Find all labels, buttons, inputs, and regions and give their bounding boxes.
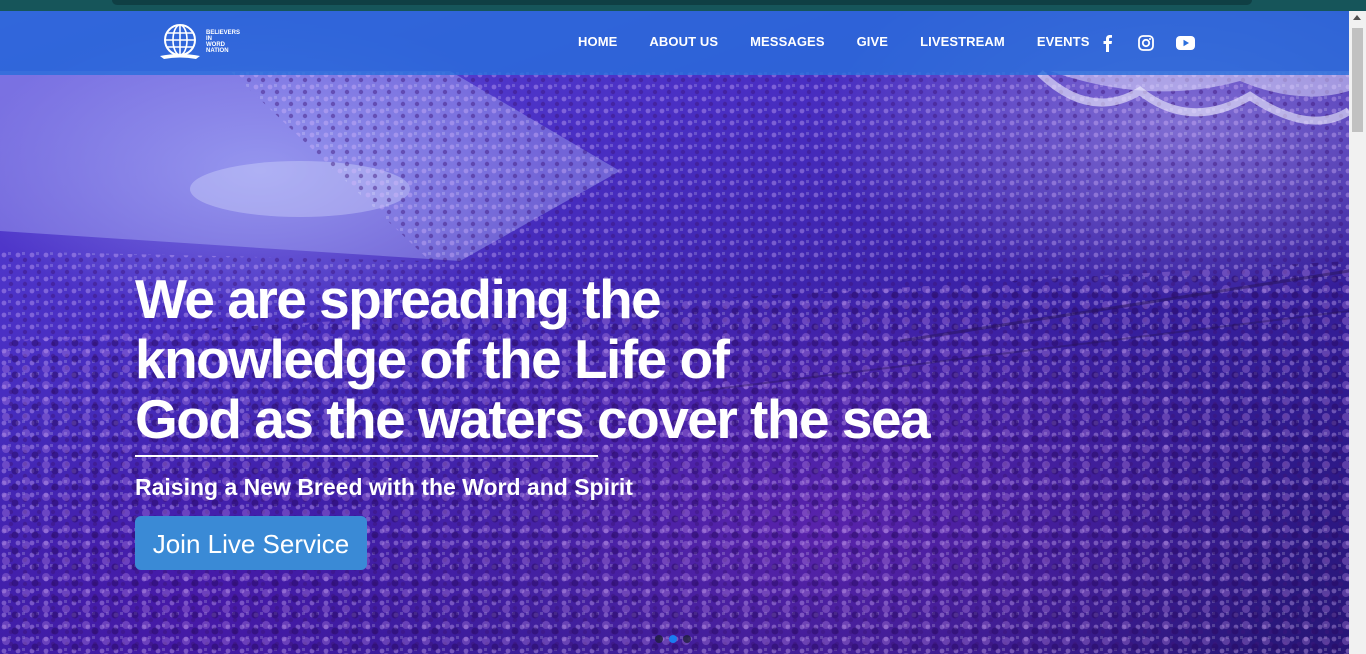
hero-headline-line: knowledge of the Life of — [135, 328, 730, 390]
nav-item-home[interactable]: HOME — [578, 34, 617, 49]
facebook-icon[interactable] — [1097, 33, 1117, 53]
instagram-icon[interactable] — [1136, 33, 1156, 53]
join-live-service-button[interactable]: Join Live Service — [135, 516, 367, 570]
scroll-thumb[interactable] — [1352, 28, 1363, 132]
hero-section: BELIEVERS IN WORD NATION HOME ABOUT US M… — [0, 11, 1349, 654]
scroll-up-arrow-icon[interactable] — [1353, 15, 1361, 20]
top-strip-inner — [112, 0, 1252, 5]
headline-divider — [135, 455, 598, 457]
top-strip — [0, 0, 1366, 11]
nav-menu: HOME ABOUT US MESSAGES GIVE LIVESTREAM E… — [578, 34, 1121, 49]
hero-subtitle: Raising a New Breed with the Word and Sp… — [135, 474, 633, 500]
nav-item-give[interactable]: GIVE — [857, 34, 888, 49]
carousel-dot[interactable] — [655, 635, 663, 643]
nav-item-about-us[interactable]: ABOUT US — [649, 34, 718, 49]
main-navbar: BELIEVERS IN WORD NATION HOME ABOUT US M… — [0, 11, 1349, 75]
nav-item-livestream[interactable]: LIVESTREAM — [920, 34, 1005, 49]
page-scrollbar[interactable] — [1349, 11, 1366, 654]
carousel-dot-active[interactable] — [669, 635, 677, 643]
hero-headline-line: God as the waters cover the sea — [135, 388, 931, 450]
nav-item-events[interactable]: EVENTS — [1037, 34, 1090, 49]
hero-headline: We are spreading the knowledge of the Li… — [135, 269, 1035, 449]
globe-icon — [160, 24, 200, 59]
nav-item-messages[interactable]: MESSAGES — [750, 34, 824, 49]
hero-headline-line: We are spreading the — [135, 268, 662, 330]
social-links — [1097, 33, 1214, 53]
site-logo[interactable]: BELIEVERS IN WORD NATION — [158, 23, 256, 61]
carousel-indicators — [655, 635, 691, 643]
carousel-dot[interactable] — [683, 635, 691, 643]
logo-text-line: NATION — [206, 48, 229, 54]
logo-text: BELIEVERS IN WORD NATION — [206, 30, 256, 54]
youtube-icon[interactable] — [1175, 33, 1195, 53]
